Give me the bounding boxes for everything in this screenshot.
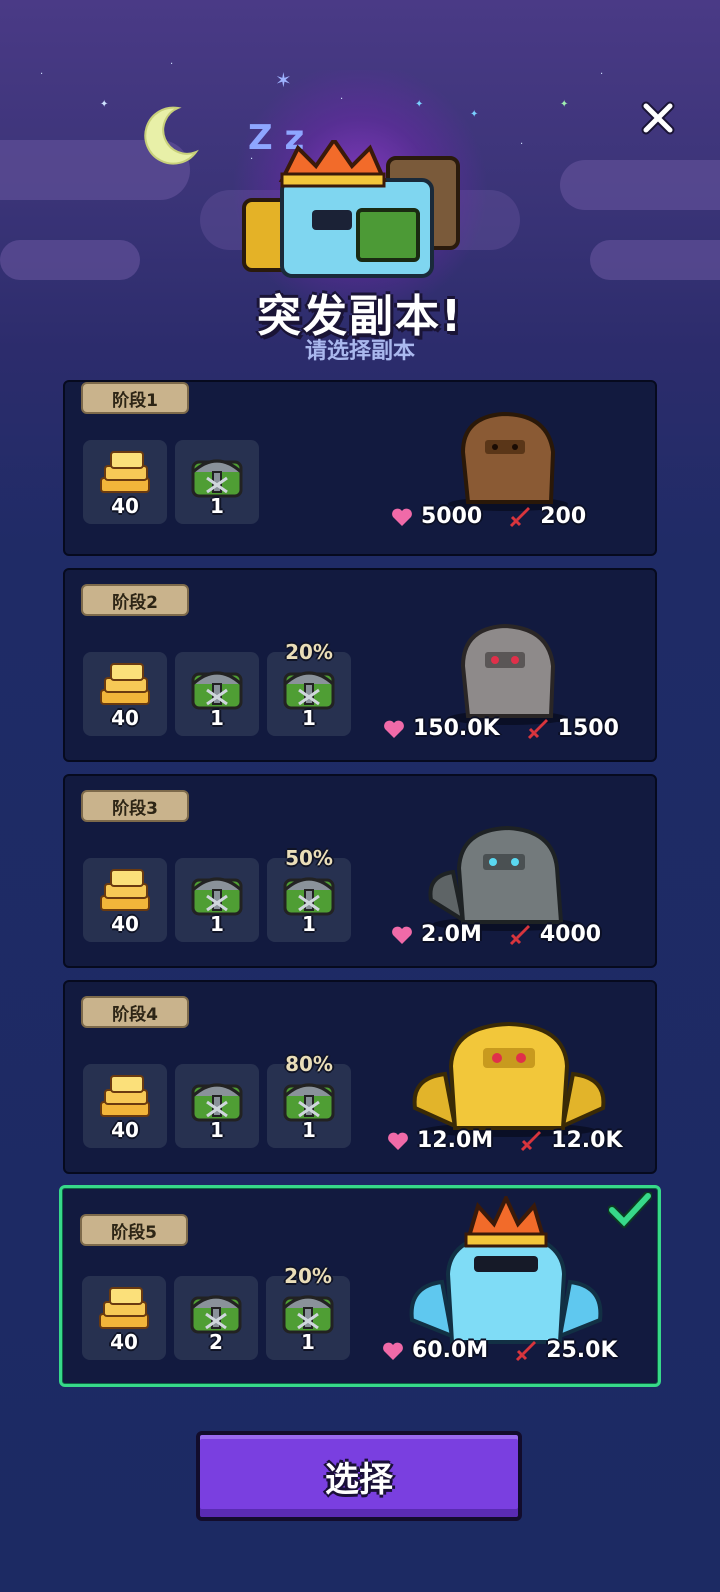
reward-bonus-chest: 50% 1 (267, 846, 351, 942)
reward-count: 1 (302, 912, 316, 936)
sword-icon (516, 1340, 537, 1361)
attack-value: 25.0K (546, 1338, 618, 1363)
attack-value: 4000 (539, 922, 602, 947)
reward-chest: 1 (175, 858, 259, 942)
reward-count: 40 (111, 1118, 139, 1142)
hp-value: 5000 (421, 504, 483, 529)
attack-value: 12.0K (551, 1128, 623, 1153)
reward-gold: 40 (83, 652, 167, 736)
hp-value: 150.0K (413, 716, 500, 741)
ice-golem-king-icon (409, 1196, 603, 1344)
hp-value: 2.0M (421, 922, 482, 947)
boss-chest-pile-icon (242, 140, 460, 278)
reward-gold: 40 (83, 858, 167, 942)
stage-card-1[interactable]: 阶段1 40 1 5000 200 (63, 380, 657, 556)
heart-icon (392, 508, 412, 526)
stage-label: 阶段2 (81, 584, 189, 616)
close-icon (641, 101, 675, 135)
cloud (560, 160, 720, 210)
stage-card-4[interactable]: 阶段4 40 1 80% 1 12.0M 12.0K (63, 980, 657, 1174)
attack-value: 1500 (557, 716, 619, 741)
stage-label: 阶段5 (80, 1214, 188, 1246)
sword-icon (521, 1130, 542, 1151)
reward-gold: 40 (83, 1064, 167, 1148)
stage-stats: 12.0M 12.0K (387, 1128, 649, 1153)
reward-chest: 1 (175, 1064, 259, 1148)
reward-count: 40 (110, 1330, 138, 1354)
reward-count: 1 (210, 494, 224, 518)
reward-count: 40 (111, 706, 139, 730)
star-icon: ✶ (275, 68, 292, 92)
select-button[interactable]: 选择 (196, 1431, 522, 1521)
hp-value: 12.0M (417, 1128, 494, 1153)
moon-icon (144, 106, 199, 165)
stage-stats: 5000 200 (391, 504, 612, 529)
reward-gold: 40 (83, 440, 167, 524)
stage-label: 阶段4 (81, 996, 189, 1028)
reward-chest: 2 (174, 1276, 258, 1360)
reward-count: 1 (210, 912, 224, 936)
sword-icon (509, 924, 530, 945)
reward-chest: 1 (175, 440, 259, 524)
reward-count: 2 (209, 1330, 223, 1354)
stage-label: 阶段1 (81, 382, 189, 414)
stage-stats: 150.0K 1500 (383, 716, 645, 741)
stage-stats: 60.0M 25.0K (382, 1338, 644, 1363)
sword-icon (510, 506, 531, 527)
stage-label: 阶段3 (81, 790, 189, 822)
reward-bonus-chest: 20% 1 (266, 1264, 350, 1360)
stage-card-2[interactable]: 阶段2 40 1 20% 1 150.0K 1500 (63, 568, 657, 762)
reward-count: 1 (210, 706, 224, 730)
page-subtitle: 请选择副本 (304, 339, 415, 364)
heart-icon (392, 926, 412, 944)
cloud (0, 240, 140, 280)
reward-count: 1 (210, 1118, 224, 1142)
reward-count: 40 (111, 494, 139, 518)
gold-golem-icon (412, 1021, 606, 1137)
reward-count: 1 (302, 706, 316, 730)
hp-value: 60.0M (412, 1338, 489, 1363)
heart-icon (383, 1342, 403, 1360)
close-button[interactable] (636, 96, 680, 140)
gray-golem-icon (448, 623, 568, 725)
stage-stats: 2.0M 4000 (391, 922, 627, 947)
selected-check-icon (608, 1192, 652, 1228)
reward-count: 40 (111, 912, 139, 936)
reward-chest: 1 (175, 652, 259, 736)
reward-gold: 40 (82, 1276, 166, 1360)
stone-golem-icon (428, 825, 577, 931)
stage-card-3[interactable]: 阶段3 40 1 50% 1 2.0M 4000 (63, 774, 657, 968)
heart-icon (388, 1132, 408, 1150)
reward-bonus-chest: 80% 1 (267, 1052, 351, 1148)
heart-icon (384, 720, 404, 738)
cloud (590, 240, 720, 280)
reward-count: 1 (302, 1118, 316, 1142)
brown-golem-icon (448, 411, 568, 511)
sword-icon (527, 718, 548, 739)
reward-count: 1 (301, 1330, 315, 1354)
attack-value: 200 (540, 504, 587, 529)
stage-card-5[interactable]: 阶段5 40 2 20% 1 60.0M 25.0K (59, 1185, 661, 1387)
reward-bonus-chest: 20% 1 (267, 640, 351, 736)
